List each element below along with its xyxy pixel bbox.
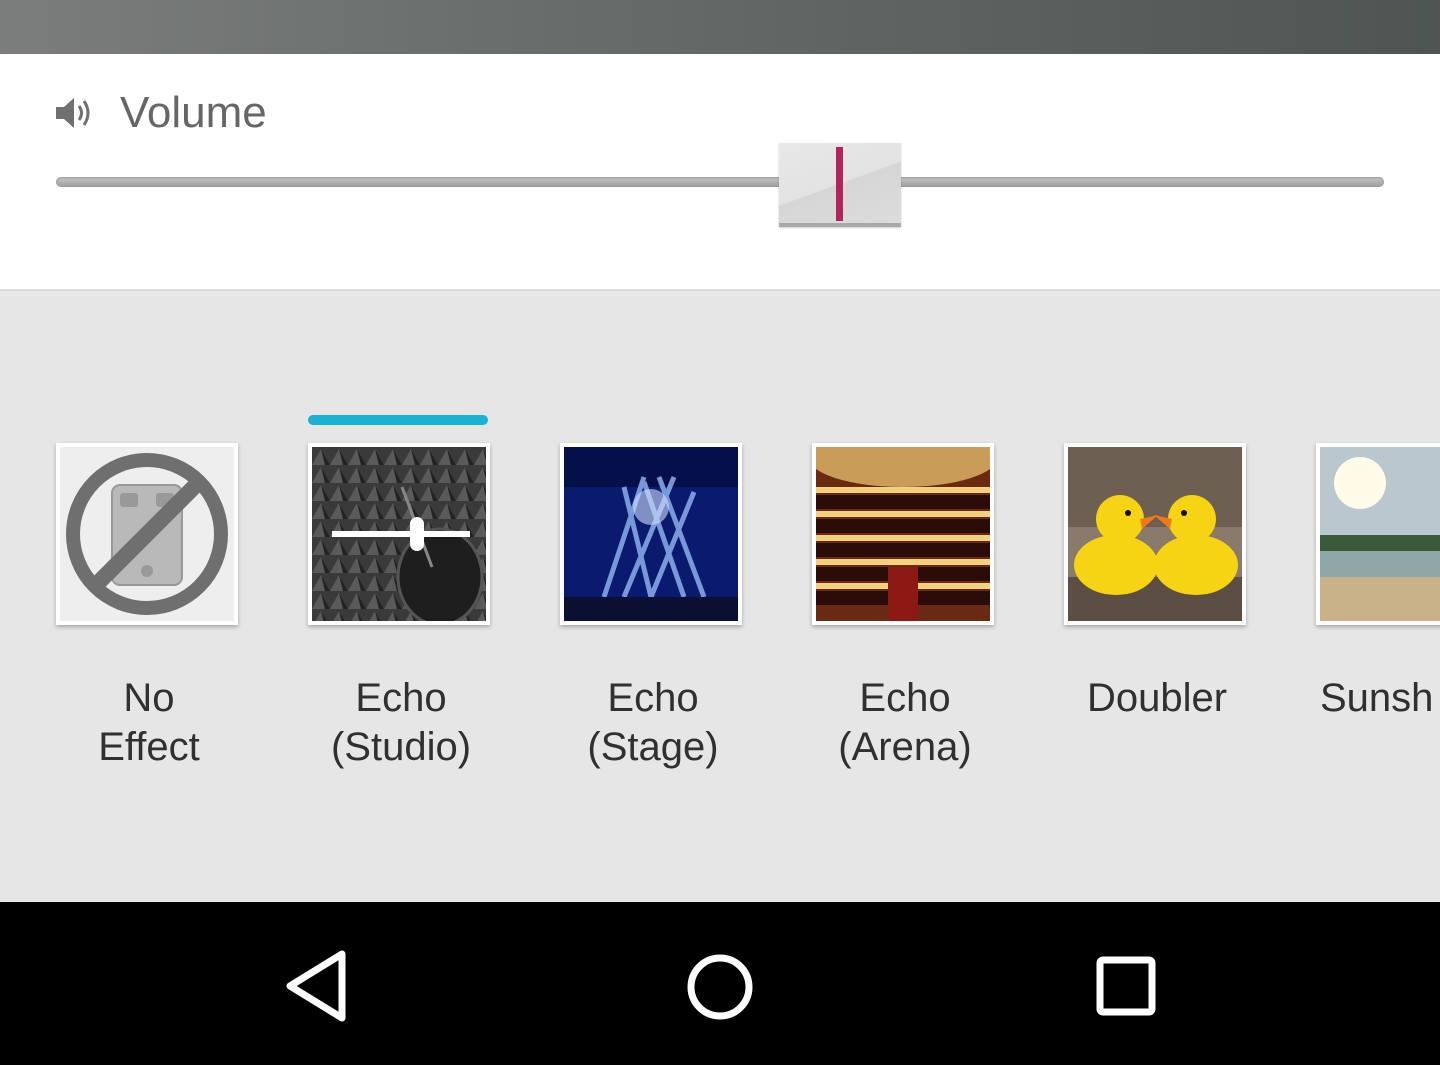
effect-label: No Effect xyxy=(98,676,200,769)
back-icon[interactable] xyxy=(268,942,368,1032)
selection-indicator xyxy=(308,415,488,425)
effect-label: Echo (Stage) xyxy=(587,676,719,769)
effects-list: No Effect Echo (Studio) Echo (Stage) Ech… xyxy=(0,291,1440,902)
effect-label: Echo (Arena) xyxy=(838,676,972,769)
recents-icon[interactable] xyxy=(1076,942,1176,1032)
status-bar xyxy=(0,0,1440,54)
effect-label: Sunsh xyxy=(1320,676,1434,720)
effect-label: Doubler xyxy=(1086,676,1228,720)
effect-thumbnail xyxy=(1064,443,1246,625)
effect-thumbnail xyxy=(1316,443,1440,625)
navigation-bar xyxy=(0,902,1440,1065)
effect-thumbnail xyxy=(560,443,742,625)
effect-doubler[interactable]: Doubler xyxy=(1064,291,1250,851)
speaker-icon xyxy=(56,98,90,128)
ducks-image xyxy=(1068,447,1242,621)
effect-echo-stage[interactable]: Echo (Stage) xyxy=(560,291,746,851)
volume-slider-track[interactable] xyxy=(56,177,1384,187)
effect-sunshine[interactable]: Sunsh xyxy=(1316,291,1440,851)
volume-slider-thumb[interactable] xyxy=(778,143,901,227)
effect-echo-studio[interactable]: Echo (Studio) xyxy=(308,291,494,851)
arena-image xyxy=(816,447,990,621)
beach-image xyxy=(1320,447,1440,621)
effect-label: Echo (Studio) xyxy=(330,676,472,769)
effect-no-effect[interactable]: No Effect xyxy=(56,291,242,851)
volume-label: Volume xyxy=(120,88,267,137)
effect-thumbnail xyxy=(812,443,994,625)
effect-thumbnail xyxy=(308,443,490,625)
no-effect-icon xyxy=(60,447,234,621)
effect-thumbnail xyxy=(56,443,238,625)
home-icon[interactable] xyxy=(670,942,770,1032)
effect-echo-arena[interactable]: Echo (Arena) xyxy=(812,291,998,851)
studio-image xyxy=(312,447,486,621)
slider-thumb-marker xyxy=(835,147,843,221)
stage-image xyxy=(564,447,738,621)
